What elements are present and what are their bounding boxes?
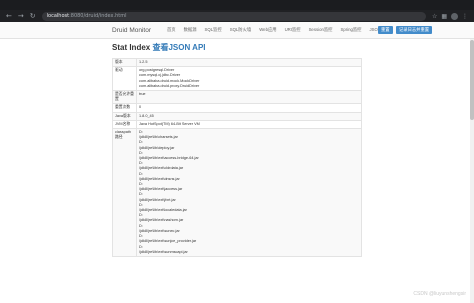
profile-avatar[interactable]	[451, 12, 458, 20]
page-title: Stat Index 查看JSON API	[112, 42, 362, 53]
nav-sql[interactable]: SQL监控	[201, 27, 226, 33]
arrow-right-icon[interactable]: →	[18, 12, 24, 20]
arrow-left-icon[interactable]: ←	[6, 12, 12, 20]
row-value: true	[136, 90, 362, 105]
url-text: localhost:8080/druid/index.html	[46, 13, 127, 19]
nav-uri[interactable]: URI监控	[281, 27, 305, 33]
nav-links: 首页 数据源 SQL监控 SQL防火墙 Web应用 URI监控 Session监…	[163, 27, 393, 33]
menu-icon[interactable]: ⋮	[462, 13, 468, 20]
row-value: 1.2.5	[136, 57, 362, 68]
row-value: org.postgresql.Driver com.mysql.cj.jdbc.D…	[136, 66, 362, 92]
address-bar[interactable]: localhost:8080/druid/index.html	[41, 11, 426, 21]
row-value: 0	[136, 103, 362, 113]
browser-actions: ☆ ▦ ⋮	[432, 12, 468, 20]
table-row: 是否允许重置 true	[112, 90, 362, 105]
value-line: com.alibaba.druid.proxy.DruidDriver	[139, 83, 200, 88]
value-line: 1.8.0_45	[139, 113, 154, 118]
reload-icon[interactable]: ↻	[30, 12, 36, 20]
row-key: 重置次数	[112, 103, 137, 113]
reset-button[interactable]: 重置	[378, 26, 393, 34]
table-row: Java版本 1.8.0_45	[112, 111, 362, 121]
value-line: 1.2.5	[139, 60, 148, 64]
nav-home[interactable]: 首页	[163, 27, 180, 33]
row-value: D: \jdk8\jre\lib\charsets.jar D: \jdk8\jre\…	[136, 128, 362, 257]
address-row: ← → ↻ localhost:8080/druid/index.html ☆ …	[0, 10, 474, 22]
stat-index-table: 版本 1.2.5 驱动 org.postgresql.Driver com.mysql.…	[112, 57, 362, 257]
value-line: \jdk8\jre\lib\ext\sunmscapi.jar	[139, 249, 188, 254]
scrollbar-thumb[interactable]	[470, 40, 474, 120]
nav-webapp[interactable]: Web应用	[255, 27, 280, 33]
value-line: Java HotSpot(TM) 64-Bit Server VM	[139, 121, 200, 126]
log-and-reset-button[interactable]: 记录日志并重置	[396, 26, 433, 34]
view-json-api-link[interactable]: 查看JSON API	[152, 43, 205, 52]
tab-strip	[0, 0, 474, 10]
table-row: JVM名称 Java HotSpot(TM) 64-Bit Server VM	[112, 119, 362, 130]
table-row: 版本 1.2.5	[112, 57, 362, 68]
nav-datasource[interactable]: 数据源	[180, 27, 201, 33]
row-key: 驱动	[112, 66, 137, 92]
title-text: Stat Index	[112, 43, 151, 52]
value-line: true	[139, 92, 146, 97]
row-key: 版本	[112, 57, 137, 68]
main-content: Stat Index 查看JSON API 版本 1.2.5 驱动 org.postg…	[112, 42, 362, 257]
nav-wall[interactable]: SQL防火墙	[226, 27, 256, 33]
row-key: 是否允许重置	[112, 90, 137, 105]
extensions-icon[interactable]: ▦	[441, 13, 447, 20]
nav-session[interactable]: Session监控	[305, 27, 337, 33]
browser-chrome: ← → ↻ localhost:8080/druid/index.html ☆ …	[0, 0, 474, 22]
table-row: 驱动 org.postgresql.Driver com.mysql.cj.jdbc…	[112, 66, 362, 92]
row-key: classpath路径	[112, 128, 137, 257]
brand-title[interactable]: Druid Monitor	[112, 27, 151, 34]
row-key: JVM名称	[112, 119, 137, 130]
table-row: 重置次数 0	[112, 103, 362, 113]
value-line: 0	[139, 105, 142, 110]
watermark: CSDN @liuyunshengsir	[413, 291, 466, 297]
row-value: Java HotSpot(TM) 64-Bit Server VM	[136, 119, 362, 130]
row-value: 1.8.0_45	[136, 111, 362, 121]
row-key: Java版本	[112, 111, 137, 121]
table-row: classpath路径 D: \jdk8\jre\lib\charsets.jar D…	[112, 128, 362, 257]
star-icon[interactable]: ☆	[432, 13, 437, 20]
nav-spring[interactable]: Spring监控	[336, 27, 365, 33]
